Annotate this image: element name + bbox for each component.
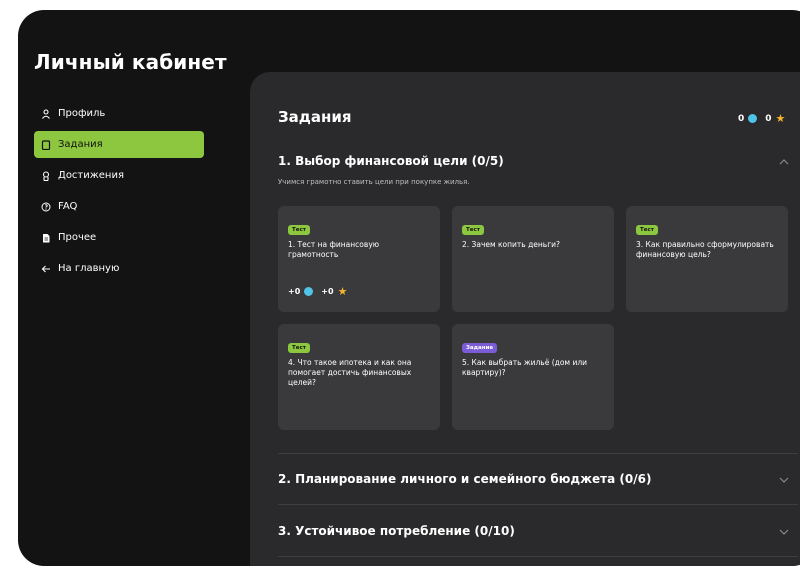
question-icon — [40, 201, 52, 213]
clipboard-icon — [40, 139, 52, 151]
card-badge: Тест — [288, 343, 310, 353]
arrow-left-icon — [40, 263, 52, 275]
medal-icon — [40, 170, 52, 182]
gem-icon — [748, 114, 758, 123]
sidebar-item-home[interactable]: На главную — [34, 255, 204, 282]
gem-icon — [304, 287, 314, 296]
chevron-down-icon[interactable] — [778, 526, 790, 538]
section-header-2[interactable]: 2. Планирование личного и семейного бюдж… — [278, 472, 651, 486]
reward-stars: +0 — [321, 287, 334, 296]
app-window: Личный кабинет Профиль Задания Достижени… — [18, 10, 800, 566]
user-icon — [40, 108, 52, 120]
section-header-1[interactable]: 1. Выбор финансовой цели (0/5) — [278, 154, 504, 168]
reward-gems: +0 — [288, 287, 301, 296]
divider — [278, 453, 798, 454]
task-card-1[interactable]: Тест 1. Тест на финансовую грамотность +… — [278, 206, 440, 312]
card-reward: +0 +0 ★ — [288, 285, 347, 298]
sidebar-item-label: Профиль — [58, 108, 106, 119]
app-title: Личный кабинет — [34, 50, 227, 74]
sidebar-item-label: Прочее — [58, 232, 97, 243]
page-title: Задания — [278, 108, 352, 126]
card-badge: Тест — [288, 225, 310, 235]
task-card-5[interactable]: Задание 5. Как выбрать жильё (дом или кв… — [452, 324, 614, 430]
chevron-up-icon[interactable] — [778, 156, 790, 168]
sidebar-item-label: Достижения — [58, 170, 124, 181]
sidebar-item-label: Задания — [58, 139, 103, 150]
star-count: 0 — [765, 113, 772, 124]
card-title: 3. Как правильно сформулировать финансов… — [636, 240, 774, 259]
section-subtitle: Учимся грамотно ставить цели при покупке… — [278, 178, 470, 186]
card-badge: Тест — [636, 225, 658, 235]
section-header-3[interactable]: 3. Устойчивое потребление (0/10) — [278, 524, 515, 538]
sidebar: Профиль Задания Достижения FAQ Прочее На… — [34, 100, 204, 286]
card-title: 4. Что такое ипотека и как она помогает … — [288, 358, 412, 387]
star-icon: ★ — [337, 285, 348, 298]
chevron-down-icon[interactable] — [778, 474, 790, 486]
task-card-3[interactable]: Тест 3. Как правильно сформулировать фин… — [626, 206, 788, 312]
reward-counters: 0 0 ★ — [738, 112, 785, 125]
card-title: 1. Тест на финансовую грамотность — [288, 240, 380, 259]
divider — [278, 556, 798, 557]
sidebar-item-profile[interactable]: Профиль — [34, 100, 204, 127]
sidebar-item-achievements[interactable]: Достижения — [34, 162, 204, 189]
task-card-2[interactable]: Тест 2. Зачем копить деньги? — [452, 206, 614, 312]
sidebar-item-faq[interactable]: FAQ — [34, 193, 204, 220]
divider — [278, 504, 798, 505]
card-badge: Тест — [462, 225, 484, 235]
card-badge: Задание — [462, 343, 498, 353]
document-icon — [40, 232, 52, 244]
sidebar-item-label: На главную — [58, 263, 120, 274]
sidebar-item-tasks[interactable]: Задания — [34, 131, 204, 158]
gem-count: 0 — [738, 113, 745, 124]
star-icon: ★ — [775, 112, 786, 125]
task-card-4[interactable]: Тест 4. Что такое ипотека и как она помо… — [278, 324, 440, 430]
sidebar-item-other[interactable]: Прочее — [34, 224, 204, 251]
sidebar-item-label: FAQ — [58, 201, 78, 212]
tasks-panel: Задания 0 0 ★ 1. Выбор финансовой цели (… — [250, 72, 800, 566]
card-title: 5. Как выбрать жильё (дом или квартиру)? — [462, 358, 587, 377]
card-title: 2. Зачем копить деньги? — [462, 240, 561, 249]
